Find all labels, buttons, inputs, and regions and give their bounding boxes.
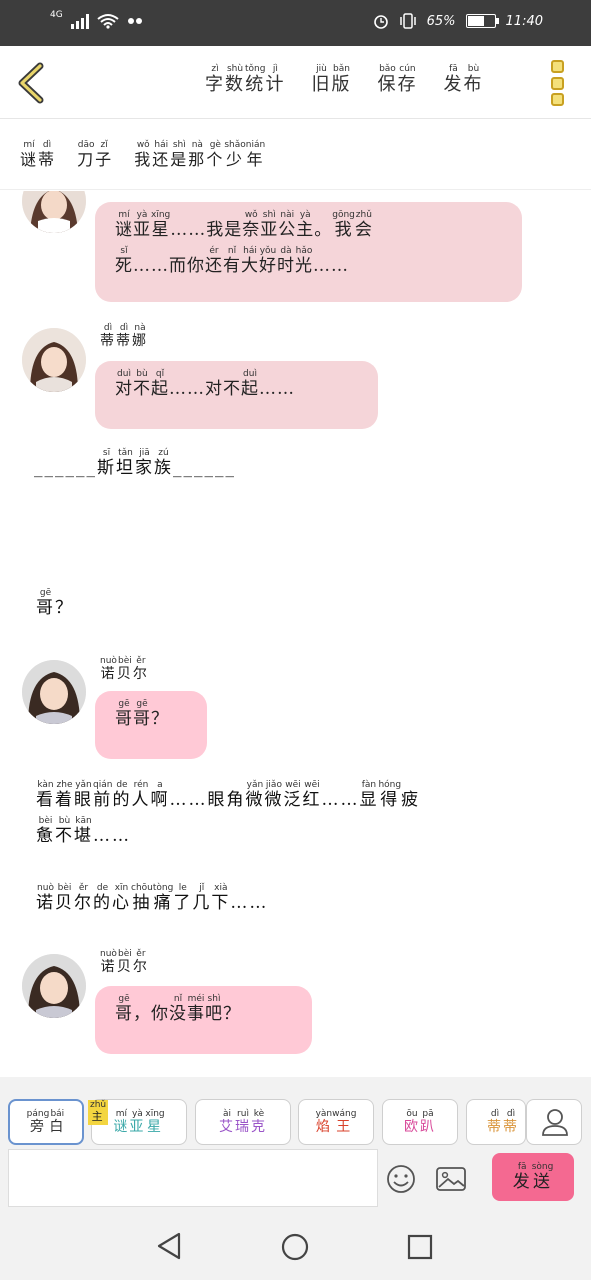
avatar[interactable] [22,328,86,392]
speaker-name: 诺nuò贝bèi尔ěr [100,656,149,682]
top-nav: 字zì数shù统tǒng计jì 旧jiù版bǎn 保bǎo存cún 发fā布bù [0,46,591,119]
role-narrator[interactable]: 旁páng白bái [8,1099,84,1145]
chapter-title[interactable]: 谜mí蒂dì 刀dāo子zǐ 我wǒ还hái是shì那nà个gè少shǎo年ni… [20,140,265,170]
more-menu-button[interactable] [551,60,565,106]
speaker-name: 蒂dì蒂dì娜nà [100,323,148,349]
main-role-tag: 主zhǔ [88,1100,109,1125]
avatar[interactable] [22,660,86,724]
network-type: 4G [50,10,63,20]
image-button[interactable] [434,1162,468,1196]
narration[interactable]: ______斯sī坦tǎn家jiā族zú______ [34,448,236,484]
message-bubble[interactable]: 哥gē，你没nǐ事méi吧shì？ [95,986,312,1054]
word-count-button[interactable]: 字zì数shù统tǒng计jì [205,64,285,96]
chapter-bar: 谜mí蒂dì 刀dāo子zǐ 我wǒ还hái是shì那nà个gè少shǎo年ni… [0,120,591,190]
back-button[interactable] [16,62,46,104]
avatar[interactable] [22,954,86,1018]
status-bar: 4G 65% 11:40 [0,0,591,46]
message-bubble[interactable]: 对duì不bù起qǐ……对不起duì…… [95,361,378,429]
narration[interactable]: 哥gē？ [36,588,74,624]
recents-square-icon[interactable] [407,1234,433,1260]
role-didi[interactable]: 蒂dì蒂dì [466,1099,526,1145]
wifi-icon [97,14,119,29]
back-triangle-icon[interactable] [155,1231,183,1261]
message-line: 死sǐ……而你还ér有nǐ大hái好yǒu时dà光hǎo…… [115,246,349,276]
status-left: 4G [50,10,143,29]
message-line: 哥gē，你没nǐ事méi吧shì？ [115,994,241,1024]
message-bubble[interactable]: 谜mí亚yà星xīng……我是奈wǒ亚shì公nài主yà。我gōng会zhǔ … [95,202,522,302]
speaker-name: 诺nuò贝bèi尔ěr [100,949,149,975]
composer: 发fā送sòng [0,1149,591,1207]
emoji-button[interactable] [384,1162,418,1196]
clock: 11:40 [505,13,543,29]
signal-icon [70,13,89,29]
alarm-icon [373,15,388,29]
publish-button[interactable]: 发fā布bù [443,64,483,96]
home-circle-icon[interactable] [281,1233,309,1261]
old-version-button[interactable]: 旧jiù版bǎn [311,64,351,96]
battery-icon [465,14,499,28]
message-input[interactable] [8,1149,378,1207]
huawei-share-icon [127,18,142,24]
message-line: 哥gē哥gē？ [115,699,169,729]
role-yanwang[interactable]: 焰yàn王wáng [298,1099,374,1145]
vibrate-icon [399,13,416,29]
system-nav-bar [0,1207,591,1280]
battery-percent: 65% [426,13,456,29]
nav-actions: 字zì数shù统tǒng计jì 旧jiù版bǎn 保bǎo存cún 发fā布bù [205,64,483,96]
role-oupa[interactable]: 欧ōu趴pā [382,1099,458,1145]
message-line: 谜mí亚yà星xīng……我是奈wǒ亚shì公nài主yà。我gōng会zhǔ [115,210,373,240]
add-role-button[interactable] [526,1099,582,1145]
send-button[interactable]: 发fā送sòng [492,1153,574,1201]
save-button[interactable]: 保bǎo存cún [377,64,417,96]
narration[interactable]: 诺nuò贝bèi尔ěr的de心xīn抽chōu痛tòng了le几jǐ下xià…… [36,883,268,919]
avatar[interactable] [22,191,86,233]
message-line: 对duì不bù起qǐ……对不起duì…… [115,369,295,399]
role-selector: 旁páng白bái 主zhǔ 谜mí亚yà星xīng 艾ài瑞ruì克kè 焰y… [0,1077,591,1149]
message-bubble[interactable]: 哥gē哥gē？ [95,691,207,759]
role-airuike[interactable]: 艾ài瑞ruì克kè [195,1099,291,1145]
narration[interactable]: 看kàn着zhe眼yǎn前qián的de人rén啊a……眼角微yǎn微jiǎo泛… [36,780,556,852]
status-right: 65% 11:40 [373,13,543,29]
chat-area[interactable]: 谜mí亚yà星xīng……我是奈wǒ亚shì公nài主yà。我gōng会zhǔ … [0,191,591,1077]
user-icon [542,1109,568,1136]
role-miyaxing[interactable]: 主zhǔ 谜mí亚yà星xīng [88,1099,187,1145]
